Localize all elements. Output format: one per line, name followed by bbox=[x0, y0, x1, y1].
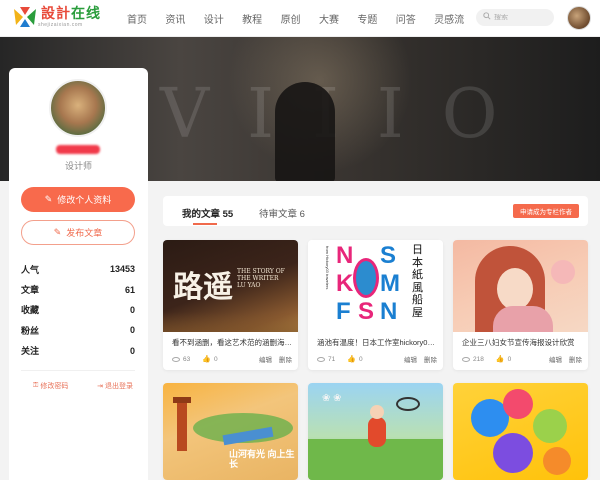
logo-mark-icon bbox=[12, 6, 38, 28]
stat-articles: 文章 61 bbox=[21, 284, 135, 296]
delete-link[interactable]: 删除 bbox=[424, 354, 437, 364]
eye-icon bbox=[462, 356, 470, 362]
nav-design[interactable]: 设计 bbox=[204, 11, 242, 26]
tab-my-articles[interactable]: 我的文章 55 bbox=[182, 206, 233, 220]
thumb-slogan: 山河有光 向上生长 bbox=[229, 449, 295, 469]
article-thumbnail[interactable]: 路遥 THE STORY OF THE WRITER LU YAO bbox=[163, 240, 298, 332]
logo-text-a: 設計 bbox=[41, 5, 71, 21]
pencil-icon: ✎ bbox=[44, 194, 53, 204]
article-card[interactable]: ❀ ❀ bbox=[308, 383, 443, 480]
edit-link[interactable]: 编辑 bbox=[404, 354, 417, 364]
profile-avatar[interactable] bbox=[49, 79, 107, 137]
publish-article-button[interactable]: ✎ 发布文章 bbox=[21, 220, 135, 245]
article-thumbnail[interactable]: ❀ ❀ bbox=[308, 383, 443, 480]
redacted-username bbox=[56, 145, 100, 154]
divider bbox=[21, 370, 135, 371]
edit-profile-label: 修改个人资料 bbox=[57, 195, 112, 205]
change-password-link[interactable]: ⚿ 修改密码 bbox=[33, 381, 68, 391]
stat-favorites: 收藏 0 bbox=[21, 304, 135, 316]
article-tabs: 我的文章 55 待审文章 6 申请成为专栏作者 bbox=[163, 196, 588, 226]
logo-text-b: 在线 bbox=[71, 5, 101, 21]
logout-link[interactable]: ⇥ 退出登录 bbox=[97, 381, 133, 391]
search-input[interactable] bbox=[494, 14, 550, 21]
nav-news[interactable]: 资讯 bbox=[165, 11, 203, 26]
eye-icon bbox=[317, 356, 325, 362]
nav-inspiration[interactable]: 灵感流 bbox=[434, 11, 472, 26]
thumbs-up-icon: 👍 bbox=[495, 356, 505, 363]
article-meta: 63 👍 0 编辑 删除 bbox=[172, 354, 292, 364]
nav-home[interactable]: 首页 bbox=[127, 11, 165, 26]
article-card[interactable]: from Hickory03 travelers N S K M F S N 日… bbox=[308, 240, 443, 370]
user-role: 设计师 bbox=[64, 161, 92, 171]
article-meta: 218 👍 0 编辑 删除 bbox=[462, 354, 582, 364]
account-links: ⚿ 修改密码 ⇥ 退出登录 bbox=[33, 381, 133, 391]
thumb-japanese-title: 日本紙風船屋 bbox=[412, 243, 423, 319]
active-tab-indicator bbox=[193, 223, 217, 225]
nav-tutorial[interactable]: 教程 bbox=[242, 11, 280, 26]
edit-profile-button[interactable]: ✎ 修改个人资料 bbox=[21, 187, 135, 212]
nav-contest[interactable]: 大赛 bbox=[319, 11, 357, 26]
apply-columnist-button[interactable]: 申请成为专栏作者 bbox=[513, 204, 579, 218]
article-thumbnail[interactable] bbox=[453, 383, 588, 480]
eye-icon bbox=[172, 356, 180, 362]
article-card[interactable]: 路遥 THE STORY OF THE WRITER LU YAO 看不到涵删，… bbox=[163, 240, 298, 370]
article-meta: 71 👍 0 编辑 删除 bbox=[317, 354, 437, 364]
stat-following: 关注 0 bbox=[21, 345, 135, 357]
profile-stats: 人气 13453 文章 61 收藏 0 粉丝 0 关注 0 bbox=[21, 259, 135, 361]
top-navbar: 設計在线 shejizaixian.com 首页 资讯 设计 教程 原创 大赛 … bbox=[0, 0, 600, 37]
delete-link[interactable]: 删除 bbox=[279, 354, 292, 364]
article-card[interactable] bbox=[453, 383, 588, 480]
logout-icon: ⇥ bbox=[97, 383, 103, 390]
stat-popularity: 人气 13453 bbox=[21, 264, 135, 275]
thumbs-up-icon: 👍 bbox=[347, 356, 356, 363]
main-nav: 首页 资讯 设计 教程 原创 大赛 专题 问答 灵感流 bbox=[127, 0, 473, 37]
search-box[interactable] bbox=[476, 9, 554, 26]
thumb-title: 路遥 bbox=[173, 270, 233, 305]
thumb-subtitle: THE STORY OF THE WRITER LU YAO bbox=[237, 268, 285, 289]
search-icon[interactable] bbox=[483, 12, 491, 23]
lock-icon: ⚿ bbox=[33, 382, 39, 389]
nav-topics[interactable]: 专题 bbox=[357, 11, 395, 26]
publish-article-label: 发布文章 bbox=[66, 228, 103, 238]
edit-link[interactable]: 编辑 bbox=[549, 354, 562, 364]
article-title[interactable]: 看不到涵删，看这艺术范的涵删海报设计... bbox=[172, 337, 292, 348]
site-logo[interactable]: 設計在线 shejizaixian.com bbox=[12, 6, 101, 28]
nav-original[interactable]: 原创 bbox=[281, 11, 319, 26]
article-card[interactable]: 企业三八妇女节宣传海报设计欣赏 218 👍 0 编辑 删除 bbox=[453, 240, 588, 370]
thumbs-up-icon: 👍 bbox=[202, 356, 211, 363]
banner-hooded-figure bbox=[275, 82, 335, 181]
article-thumbnail[interactable] bbox=[453, 240, 588, 332]
pencil-icon: ✎ bbox=[53, 227, 62, 237]
nav-qa[interactable]: 问答 bbox=[396, 11, 434, 26]
profile-card: 设计师 ✎ 修改个人资料 ✎ 发布文章 人气 13453 文章 61 收藏 0 … bbox=[9, 68, 148, 480]
article-title[interactable]: 涵池有温度！日本工作室hickory03tra... bbox=[317, 337, 437, 348]
delete-link[interactable]: 删除 bbox=[569, 354, 582, 364]
article-thumbnail[interactable]: 山河有光 向上生长 bbox=[163, 383, 298, 480]
article-title[interactable]: 企业三八妇女节宣传海报设计欣赏 bbox=[462, 337, 582, 348]
article-thumbnail[interactable]: from Hickory03 travelers N S K M F S N 日… bbox=[308, 240, 443, 332]
user-avatar[interactable] bbox=[567, 6, 591, 30]
article-card[interactable]: 山河有光 向上生长 bbox=[163, 383, 298, 480]
tab-pending-articles[interactable]: 待审文章 6 bbox=[259, 206, 305, 220]
logo-subtitle: shejizaixian.com bbox=[38, 22, 83, 28]
stat-fans: 粉丝 0 bbox=[21, 325, 135, 336]
edit-link[interactable]: 编辑 bbox=[259, 354, 272, 364]
